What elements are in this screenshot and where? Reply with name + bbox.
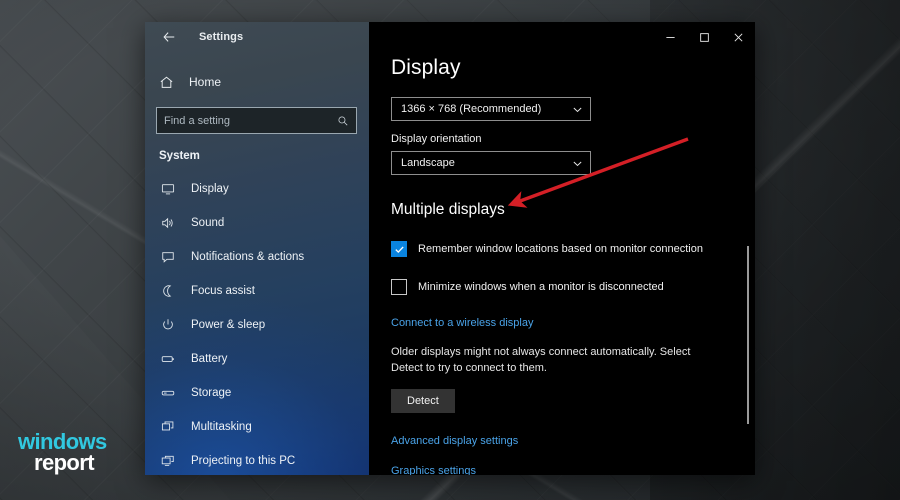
- orientation-dropdown[interactable]: Landscape: [391, 151, 591, 175]
- sidebar-item-multitasking[interactable]: Multitasking: [145, 410, 369, 444]
- graphics-settings-link[interactable]: Graphics settings: [391, 465, 476, 475]
- remember-locations-checkbox[interactable]: [391, 241, 407, 257]
- sidebar-item-label: Display: [191, 183, 229, 195]
- sidebar-home-label: Home: [189, 75, 222, 89]
- sidebar-item-notifications[interactable]: Notifications & actions: [145, 240, 369, 274]
- sidebar-item-label: Multitasking: [191, 421, 252, 433]
- sidebar-item-home[interactable]: Home: [145, 66, 369, 98]
- sidebar-item-power-sleep[interactable]: Power & sleep: [145, 308, 369, 342]
- sidebar-item-battery[interactable]: Battery: [145, 342, 369, 376]
- page-title: Display: [391, 56, 461, 79]
- remember-locations-row[interactable]: Remember window locations based on monit…: [391, 241, 755, 257]
- chevron-down-icon: [572, 104, 583, 115]
- minimize-windows-row[interactable]: Minimize windows when a monitor is disco…: [391, 279, 755, 295]
- multitasking-icon: [159, 418, 177, 436]
- resolution-dropdown[interactable]: 1366 × 768 (Recommended): [391, 97, 591, 121]
- sidebar-item-label: Notifications & actions: [191, 251, 305, 263]
- projecting-icon: [159, 452, 177, 470]
- notification-icon: [159, 248, 177, 266]
- detect-button[interactable]: Detect: [391, 388, 455, 413]
- main-scroll-area: Display 1366 × 768 (Recommended) Display…: [369, 22, 755, 475]
- chevron-down-icon: [572, 158, 583, 169]
- sidebar-titlebar: Settings: [145, 22, 369, 52]
- advanced-display-settings-link[interactable]: Advanced display settings: [391, 435, 518, 447]
- speaker-icon: [159, 214, 177, 232]
- settings-sidebar: Settings Home System: [145, 22, 369, 475]
- monitor-icon: [159, 180, 177, 198]
- scrollbar-thumb[interactable]: [747, 246, 749, 424]
- sidebar-item-label: Focus assist: [191, 285, 255, 297]
- multiple-displays-heading: Multiple displays: [391, 201, 505, 218]
- back-arrow-icon[interactable]: [155, 24, 183, 50]
- sidebar-item-label: Sound: [191, 217, 225, 229]
- sidebar-item-focus-assist[interactable]: Focus assist: [145, 274, 369, 308]
- sidebar-item-display[interactable]: Display: [145, 172, 369, 206]
- resolution-value: 1366 × 768 (Recommended): [401, 103, 542, 115]
- wireless-display-link[interactable]: Connect to a wireless display: [391, 317, 533, 329]
- sidebar-item-storage[interactable]: Storage: [145, 376, 369, 410]
- main-scrollbar[interactable]: [743, 54, 753, 471]
- minimize-windows-checkbox[interactable]: [391, 279, 407, 295]
- remember-locations-label: Remember window locations based on monit…: [418, 243, 703, 255]
- orientation-value: Landscape: [401, 157, 455, 169]
- sidebar-item-label: Power & sleep: [191, 319, 266, 331]
- watermark-line-1: windows: [18, 429, 107, 455]
- battery-icon: [159, 350, 177, 368]
- watermark-line-2: report: [34, 449, 95, 475]
- home-icon: [156, 72, 176, 92]
- sidebar-item-sound[interactable]: Sound: [145, 206, 369, 240]
- windows-report-watermark: windows report: [18, 429, 107, 475]
- settings-main-pane: Display 1366 × 768 (Recommended) Display…: [369, 22, 755, 475]
- sidebar-nav: Display Sound Notifications & actions Fo…: [145, 172, 369, 475]
- sidebar-section-label: System: [159, 150, 200, 162]
- moon-icon: [159, 282, 177, 300]
- search-box[interactable]: [156, 107, 357, 134]
- sidebar-item-label: Storage: [191, 387, 232, 399]
- search-icon[interactable]: [337, 115, 349, 127]
- storage-icon: [159, 384, 177, 402]
- sidebar-item-projecting[interactable]: Projecting to this PC: [145, 444, 369, 475]
- sidebar-item-label: Projecting to this PC: [191, 455, 296, 467]
- orientation-label: Display orientation: [391, 133, 482, 145]
- screen: windows report Settings Home Find a sett…: [0, 0, 900, 500]
- settings-window: Settings Home System: [145, 22, 755, 475]
- minimize-windows-label: Minimize windows when a monitor is disco…: [418, 281, 664, 293]
- power-icon: [159, 316, 177, 334]
- detect-description: Older displays might not always connect …: [391, 346, 691, 374]
- sidebar-item-label: Battery: [191, 353, 228, 365]
- search-input[interactable]: [164, 114, 337, 127]
- app-title: Settings: [199, 31, 244, 43]
